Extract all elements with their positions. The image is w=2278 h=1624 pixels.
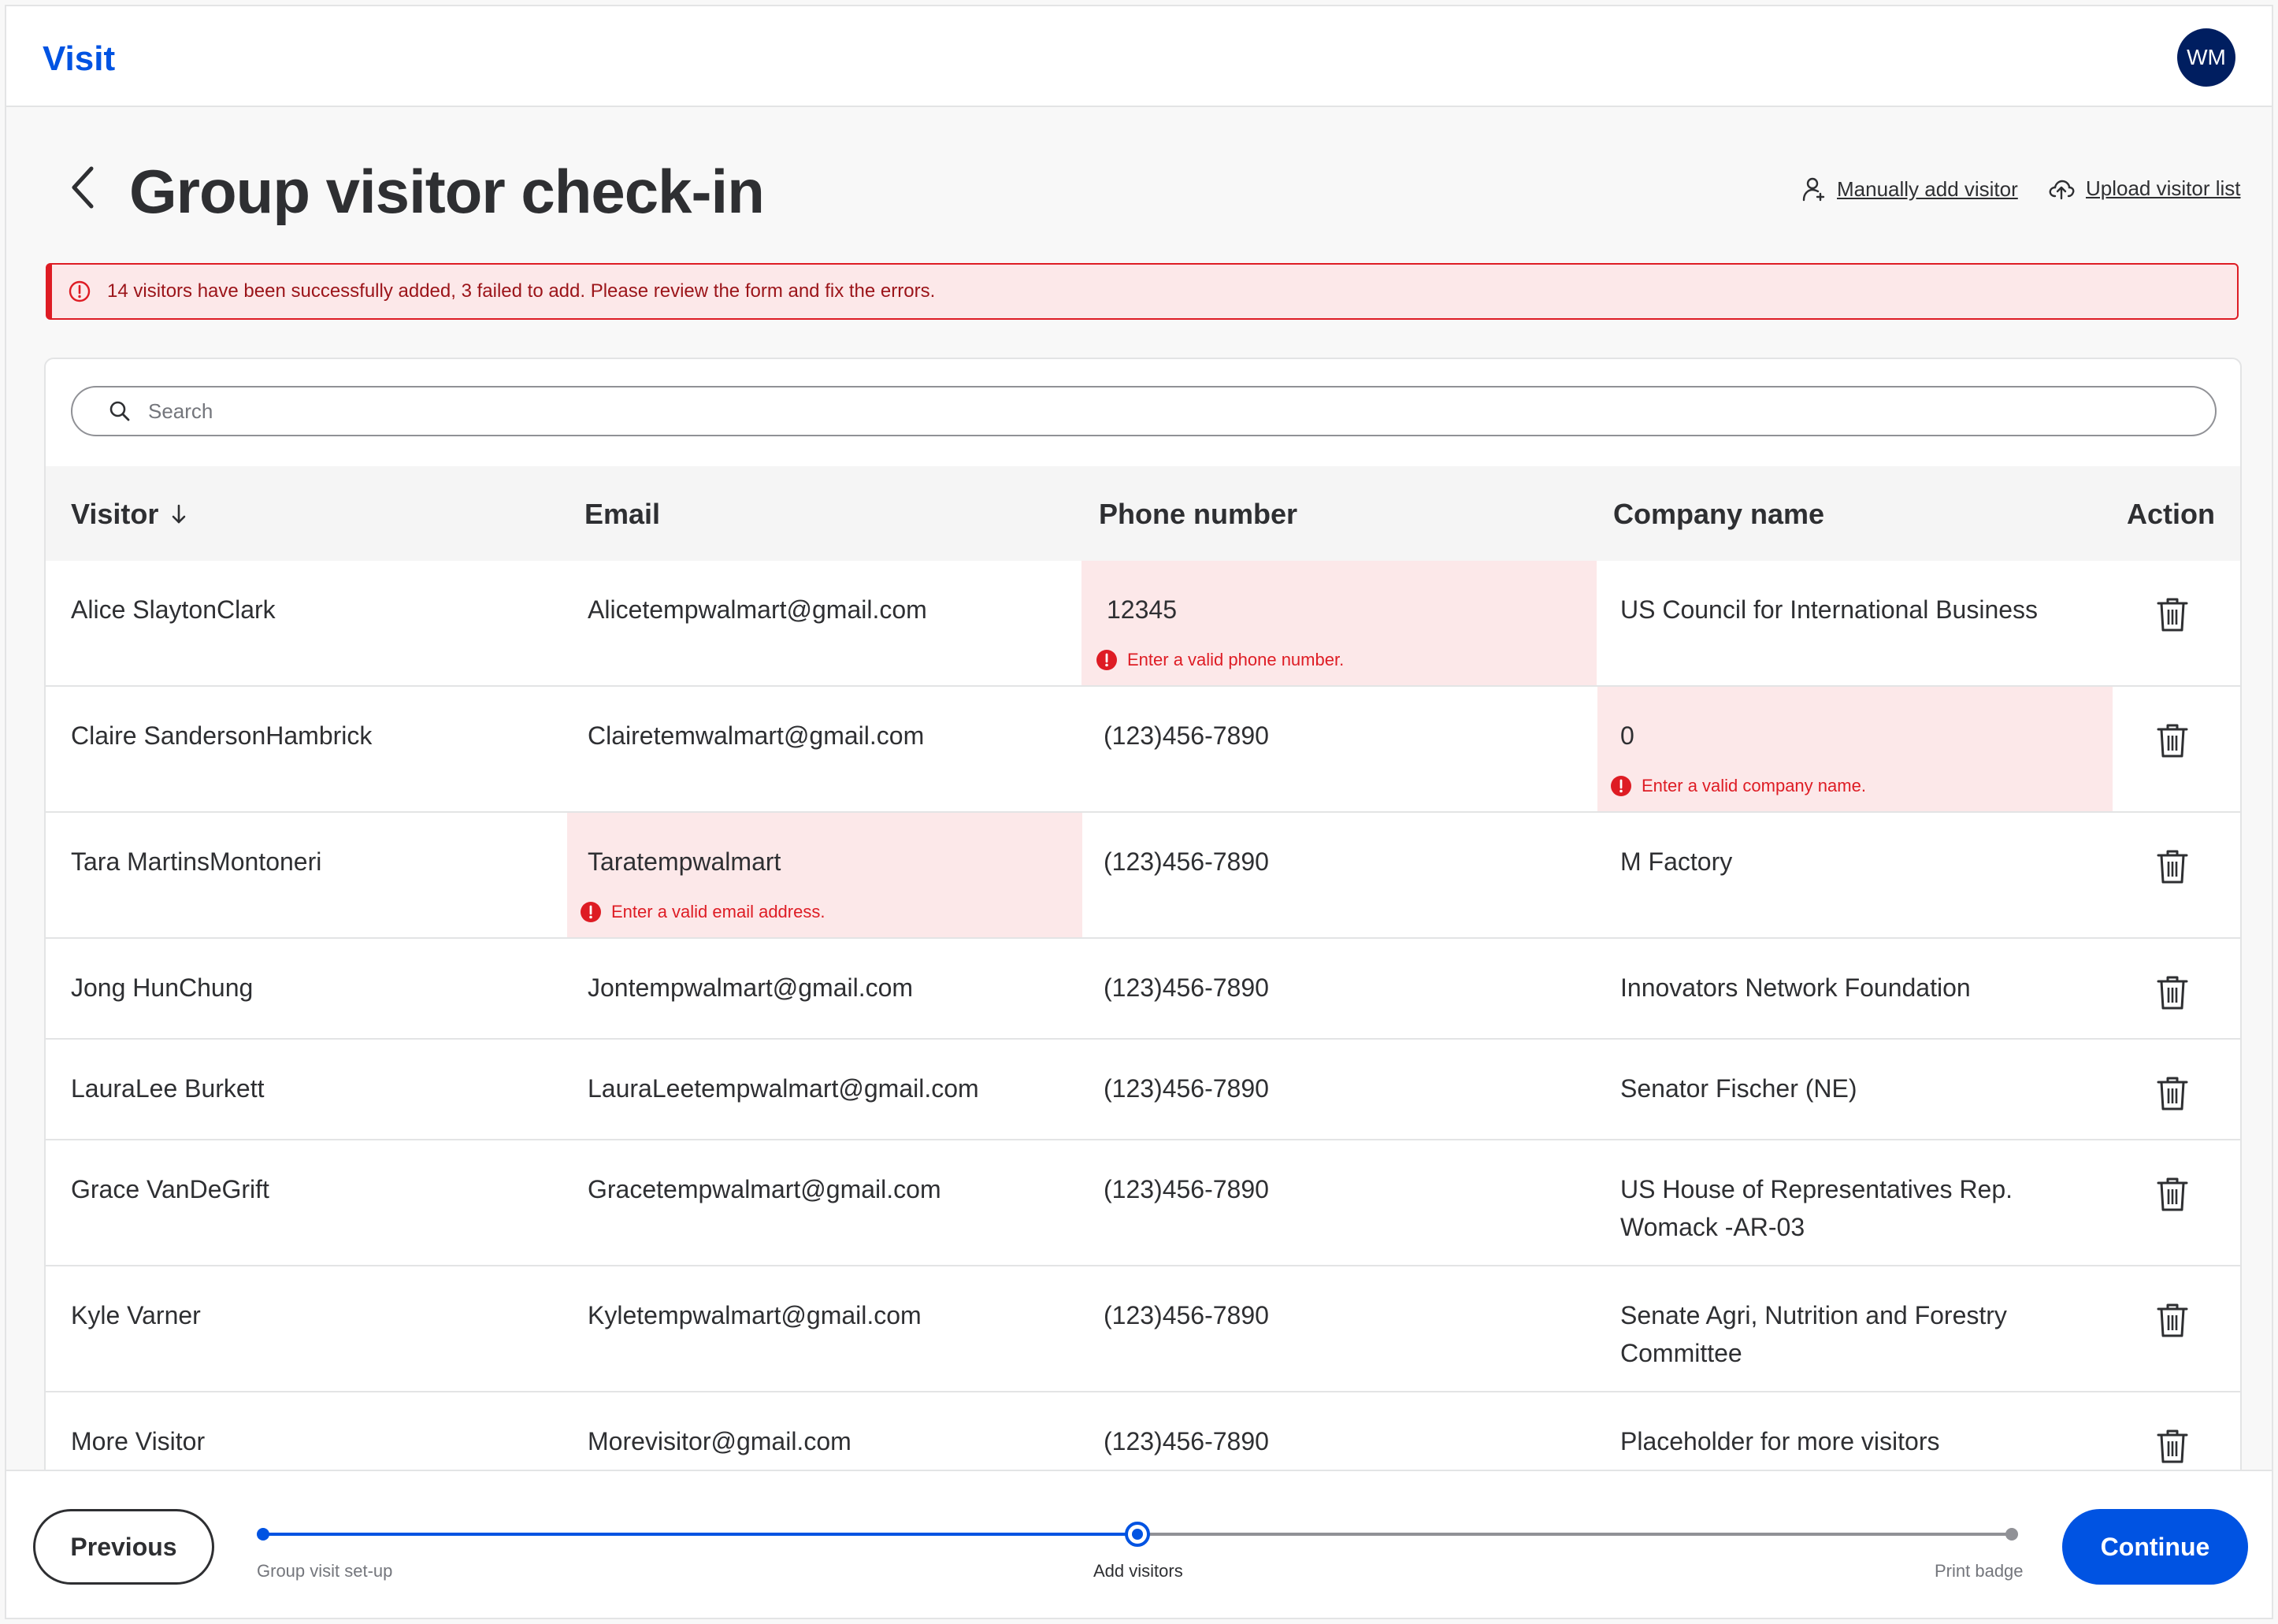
visitor-phone[interactable]: (123)456-7890 xyxy=(1104,717,1269,755)
visitor-email[interactable]: Morevisitor@gmail.com xyxy=(588,1422,851,1460)
step-label-print-badge: Print badge xyxy=(1935,1561,2024,1581)
company-cell-error: 0 Enter a valid company name. xyxy=(1597,687,2113,811)
email-cell-error: Taratempwalmart Enter a valid email addr… xyxy=(567,813,1082,937)
brand-logo[interactable]: Visit xyxy=(43,39,115,79)
email-error-text: Enter a valid email address. xyxy=(611,902,825,921)
visitor-name: Alice SlaytonClark xyxy=(71,595,276,624)
back-button[interactable] xyxy=(68,164,99,211)
visitor-company[interactable]: M Factory xyxy=(1620,843,1732,881)
visitor-company[interactable]: Senator Fischer (NE) xyxy=(1620,1070,1857,1107)
visitor-company[interactable]: US Council for International Business xyxy=(1620,591,2038,628)
trash-icon[interactable] xyxy=(2155,1074,2190,1112)
column-header-visitor[interactable]: Visitor xyxy=(71,498,187,531)
app-window: Visit WM Group visitor check-in Manually… xyxy=(5,5,2273,1619)
manually-add-visitor-link[interactable]: Manually add visitor xyxy=(1802,176,2018,202)
progress-track-complete xyxy=(263,1533,1137,1536)
upload-visitor-list-link[interactable]: Upload visitor list xyxy=(2048,176,2241,201)
visitor-name: Grace VanDeGrift xyxy=(71,1175,269,1203)
company-error-text: Enter a valid company name. xyxy=(1642,776,1866,795)
search-icon xyxy=(109,401,130,421)
visitor-email[interactable]: Clairetemwalmart@gmail.com xyxy=(588,717,924,755)
back-chevron-icon xyxy=(72,166,94,209)
table-row: Claire SandersonHambrick Clairetemwalmar… xyxy=(46,687,2240,813)
error-circle-icon xyxy=(69,280,91,302)
visitor-company[interactable]: Innovators Network Foundation xyxy=(1620,969,1971,1007)
visitor-name: Tara MartinsMontoneri xyxy=(71,847,322,876)
column-header-phone: Phone number xyxy=(1099,498,1298,530)
visitor-name: Jong HunChung xyxy=(71,973,254,1002)
visitor-email[interactable]: LauraLeetempwalmart@gmail.com xyxy=(588,1070,979,1107)
table-row: Kyle Varner Kyletempwalmart@gmail.com (1… xyxy=(46,1266,2240,1392)
visitor-email[interactable]: Gracetempwalmart@gmail.com xyxy=(588,1170,941,1208)
search-bar[interactable] xyxy=(71,386,2217,436)
table-header: Visitor Email Phone number Company name … xyxy=(46,466,2240,561)
email-error-message: Enter a valid email address. xyxy=(580,901,825,923)
column-header-visitor-label: Visitor xyxy=(71,498,159,530)
step-marker-complete xyxy=(257,1528,269,1541)
trash-icon[interactable] xyxy=(2155,721,2190,759)
user-avatar[interactable]: WM xyxy=(2177,28,2235,87)
table-row: LauraLee Burkett LauraLeetempwalmart@gma… xyxy=(46,1040,2240,1140)
continue-button[interactable]: Continue xyxy=(2062,1509,2248,1585)
visitor-phone[interactable]: (123)456-7890 xyxy=(1104,1422,1269,1460)
alert-message: 14 visitors have been successfully added… xyxy=(107,280,936,302)
visitor-phone[interactable]: (123)456-7890 xyxy=(1104,843,1269,881)
upload-visitor-list-label: Upload visitor list xyxy=(2086,176,2241,200)
table-row: Jong HunChung Jontempwalmart@gmail.com (… xyxy=(46,939,2240,1040)
column-header-company: Company name xyxy=(1613,498,1825,530)
visitor-phone[interactable]: (123)456-7890 xyxy=(1104,969,1269,1007)
company-error-message: Enter a valid company name. xyxy=(1610,775,1866,797)
person-add-icon xyxy=(1802,177,1825,202)
trash-icon[interactable] xyxy=(2155,1175,2190,1213)
cloud-upload-icon xyxy=(2049,180,2075,199)
visitor-name: LauraLee Burkett xyxy=(71,1074,265,1103)
top-bar: Visit WM xyxy=(6,6,2272,107)
trash-icon[interactable] xyxy=(2155,973,2190,1011)
table-row: Grace VanDeGrift Gracetempwalmart@gmail.… xyxy=(46,1140,2240,1266)
visitor-email[interactable]: Kyletempwalmart@gmail.com xyxy=(588,1296,922,1334)
visitor-company[interactable]: Senate Agri, Nutrition and Forestry Comm… xyxy=(1620,1296,2061,1372)
step-marker-current xyxy=(1125,1522,1150,1547)
visitor-name: Kyle Varner xyxy=(71,1301,201,1329)
step-label-setup: Group visit set-up xyxy=(257,1561,393,1581)
visitor-phone[interactable]: (123)456-7890 xyxy=(1104,1070,1269,1107)
visitor-company[interactable]: US House of Representatives Rep. Womack … xyxy=(1620,1170,2061,1246)
visitor-phone[interactable]: 12345 xyxy=(1107,591,1177,628)
visitor-company[interactable]: Placeholder for more visitors xyxy=(1620,1422,1939,1460)
trash-icon[interactable] xyxy=(2155,595,2190,633)
phone-error-text: Enter a valid phone number. xyxy=(1127,650,1345,669)
error-circle-icon xyxy=(1096,650,1117,670)
manually-add-visitor-label: Manually add visitor xyxy=(1837,176,2018,201)
table-row: Tara MartinsMontoneri Taratempwalmart En… xyxy=(46,813,2240,939)
phone-error-message: Enter a valid phone number. xyxy=(1096,649,1344,671)
phone-cell-error: 12345 Enter a valid phone number. xyxy=(1081,561,1597,685)
visitor-email[interactable]: Taratempwalmart xyxy=(588,843,781,881)
previous-button[interactable]: Previous xyxy=(33,1509,214,1585)
footer-bar: Previous Group visit set-up Add visitors… xyxy=(6,1470,2272,1618)
trash-icon[interactable] xyxy=(2155,1427,2190,1465)
visitor-company[interactable]: 0 xyxy=(1620,717,1634,755)
progress-track-remaining xyxy=(1137,1533,2012,1536)
visitor-table-card: Visitor Email Phone number Company name … xyxy=(44,358,2242,1618)
error-circle-icon xyxy=(581,902,601,922)
visitor-name: More Visitor xyxy=(71,1427,206,1455)
table-row: Alice SlaytonClark Alicetempwalmart@gmai… xyxy=(46,561,2240,687)
visitor-email[interactable]: Alicetempwalmart@gmail.com xyxy=(588,591,927,628)
search-input[interactable] xyxy=(148,399,2117,424)
page-title: Group visitor check-in xyxy=(129,157,765,226)
step-marker-upcoming xyxy=(2005,1528,2018,1541)
trash-icon[interactable] xyxy=(2155,1301,2190,1339)
step-label-add-visitors: Add visitors xyxy=(1093,1561,1183,1581)
error-alert-banner: 14 visitors have been successfully added… xyxy=(46,263,2239,320)
visitor-phone[interactable]: (123)456-7890 xyxy=(1104,1170,1269,1208)
visitor-phone[interactable]: (123)456-7890 xyxy=(1104,1296,1269,1334)
column-header-action: Action xyxy=(2127,498,2215,530)
sort-arrow-down-icon xyxy=(173,504,186,524)
trash-icon[interactable] xyxy=(2155,847,2190,885)
visitor-email[interactable]: Jontempwalmart@gmail.com xyxy=(588,969,913,1007)
visitor-name: Claire SandersonHambrick xyxy=(71,721,373,750)
error-circle-icon xyxy=(1611,776,1631,796)
column-header-email: Email xyxy=(584,498,661,530)
